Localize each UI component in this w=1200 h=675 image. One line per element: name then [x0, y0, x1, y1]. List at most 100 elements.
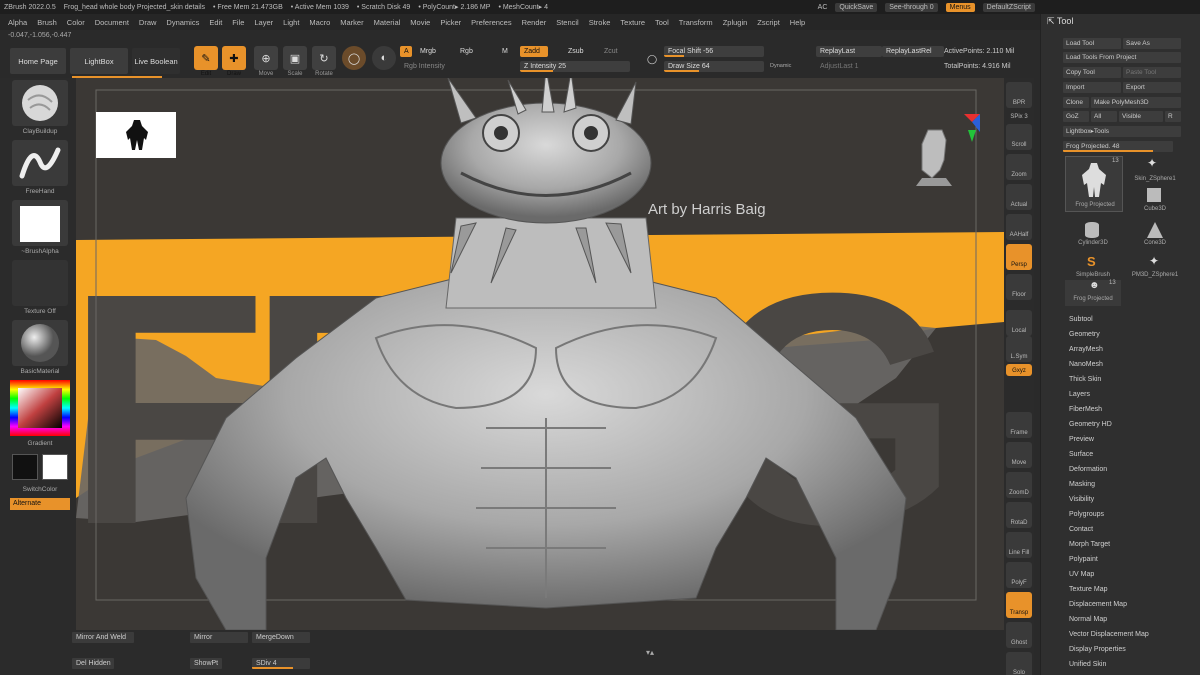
menu-texture[interactable]: Texture [620, 18, 645, 27]
tool-thumb-cylinder3d[interactable]: Cylinder3D [1065, 222, 1121, 250]
a-toggle[interactable]: A [400, 46, 412, 57]
expand-arrows-icon[interactable]: ▾▴ [646, 648, 654, 657]
section-thick-skin[interactable]: Thick Skin [1069, 376, 1101, 383]
edit-icon[interactable]: ✎ [194, 46, 218, 70]
default-zscript-button[interactable]: DefaultZScript [982, 2, 1035, 12]
rgb-button[interactable]: Rgb [456, 46, 496, 57]
rgb-intensity-slider[interactable]: Rgb Intensity [400, 61, 510, 72]
menu-preferences[interactable]: Preferences [471, 18, 511, 27]
lightbox-tools-button[interactable]: Lightbox▸Tools [1063, 126, 1181, 137]
menu-file[interactable]: File [232, 18, 244, 27]
menu-layer[interactable]: Layer [254, 18, 273, 27]
tool-thumb-frog-projected[interactable]: 13 Frog Projected [1065, 156, 1123, 212]
section-surface[interactable]: Surface [1069, 451, 1093, 458]
focal-shift-slider[interactable]: Focal Shift -56 [664, 46, 764, 57]
ghost-button[interactable]: Ghost [1006, 622, 1032, 648]
del-hidden-button[interactable]: Del Hidden [72, 658, 114, 669]
scroll-button[interactable]: Scroll [1006, 124, 1032, 150]
menu-dynamics[interactable]: Dynamics [166, 18, 199, 27]
current-tool-slider[interactable]: Frog Projected. 48 [1063, 141, 1173, 152]
section-preview[interactable]: Preview [1069, 436, 1094, 443]
zoom-button[interactable]: Zoom [1006, 154, 1032, 180]
replay-last-button[interactable]: ReplayLast [816, 46, 882, 57]
menu-stroke[interactable]: Stroke [589, 18, 611, 27]
menu-alpha[interactable]: Alpha [8, 18, 27, 27]
lsym-button[interactable]: L.Sym [1006, 336, 1032, 362]
goz-r-button[interactable]: R [1165, 111, 1181, 122]
menu-brush[interactable]: Brush [37, 18, 57, 27]
main-color-swatch[interactable] [42, 454, 68, 480]
gxyz-button[interactable]: Gxyz [1006, 364, 1032, 376]
dynamic-toggle[interactable]: Dynamic [766, 61, 798, 72]
section-polypaint[interactable]: Polypaint [1069, 556, 1098, 563]
zadd-button[interactable]: Zadd [520, 46, 548, 57]
tool-thumb-simplebrush[interactable]: S SimpleBrush [1065, 254, 1121, 282]
zoom3d-button[interactable]: ZoomD [1006, 472, 1032, 498]
menu-help[interactable]: Help [790, 18, 805, 27]
rotate-icon[interactable]: ↻ [312, 46, 336, 70]
canvas-viewport[interactable]: FROG [76, 78, 1004, 630]
mirror-button[interactable]: Mirror [190, 632, 248, 643]
goz-visible-button[interactable]: Visible [1119, 111, 1163, 122]
load-tool-button[interactable]: Load Tool [1063, 38, 1121, 49]
section-layers[interactable]: Layers [1069, 391, 1090, 398]
section-uv-map[interactable]: UV Map [1069, 571, 1094, 578]
menu-edit[interactable]: Edit [209, 18, 222, 27]
replay-last-rel-button[interactable]: ReplayLastRel [882, 46, 944, 57]
menu-light[interactable]: Light [283, 18, 299, 27]
sdiv-slider[interactable]: SDiv 4 [252, 658, 310, 669]
color-picker[interactable] [10, 380, 70, 436]
tool-thumb-frog-projected-2[interactable]: ☻ 13 Frog Projected [1065, 280, 1121, 306]
move-icon[interactable]: ⊕ [254, 46, 278, 70]
draw-icon[interactable]: ✚ [222, 46, 246, 70]
zcut-button[interactable]: Zcut [600, 46, 628, 57]
show-pt-button[interactable]: ShowPt [190, 658, 222, 669]
clone-button[interactable]: Clone [1063, 97, 1089, 108]
import-button[interactable]: Import [1063, 82, 1121, 93]
m-button[interactable]: M [498, 46, 518, 57]
floor-button[interactable]: Floor [1006, 274, 1032, 300]
tool-panel-title[interactable]: ⇱ Tool [1047, 16, 1073, 27]
menu-color[interactable]: Color [67, 18, 85, 27]
menu-draw[interactable]: Draw [139, 18, 157, 27]
switch-color-button[interactable]: SwitchColor [4, 486, 76, 493]
mirror-and-weld-button[interactable]: Mirror And Weld [72, 632, 134, 643]
axis-y-icon[interactable] [968, 130, 976, 142]
zsub-button[interactable]: Zsub [564, 46, 592, 57]
section-fibermesh[interactable]: FiberMesh [1069, 406, 1102, 413]
menu-zplugin[interactable]: Zplugin [723, 18, 748, 27]
ac-label[interactable]: AC [818, 4, 828, 11]
section-arraymesh[interactable]: ArrayMesh [1069, 346, 1103, 353]
section-polygroups[interactable]: Polygroups [1069, 511, 1104, 518]
material-thumbnail[interactable] [12, 320, 68, 366]
head-gizmo-icon[interactable] [921, 129, 947, 179]
paste-tool-button[interactable]: Paste Tool [1123, 67, 1181, 78]
stroke-thumbnail[interactable] [12, 140, 68, 186]
section-vector-displacement-map[interactable]: Vector Displacement Map [1069, 631, 1149, 638]
copy-tool-button[interactable]: Copy Tool [1063, 67, 1121, 78]
move-view-button[interactable]: Move [1006, 442, 1032, 468]
section-texture-map[interactable]: Texture Map [1069, 586, 1108, 593]
section-visibility[interactable]: Visibility [1069, 496, 1094, 503]
rotate3d-button[interactable]: RotaD [1006, 502, 1032, 528]
brush-sphere-icon[interactable]: ◯ [342, 46, 366, 70]
transp-button[interactable]: Transp [1006, 592, 1032, 618]
line-fill-button[interactable]: Line Fill [1006, 532, 1032, 558]
tool-thumb-pm3d-zsphere[interactable]: ✦ PM3D_ZSphere1 [1127, 254, 1183, 282]
menu-zscript[interactable]: Zscript [757, 18, 780, 27]
load-tools-from-project-button[interactable]: Load Tools From Project [1063, 52, 1181, 63]
section-displacement-map[interactable]: Displacement Map [1069, 601, 1127, 608]
live-boolean-button[interactable]: Live Boolean [132, 48, 180, 74]
menu-picker[interactable]: Picker [440, 18, 461, 27]
tool-thumb-skin-zsphere[interactable]: ✦ Skin_ZSphere1 [1127, 156, 1183, 184]
save-as-button[interactable]: Save As [1123, 38, 1181, 49]
adjust-last-slider[interactable]: AdjustLast 1 [816, 61, 944, 72]
texture-thumbnail[interactable] [12, 260, 68, 306]
tool-thumb-cube3d[interactable]: Cube3D [1127, 188, 1183, 216]
section-display-properties[interactable]: Display Properties [1069, 646, 1126, 653]
secondary-color-swatch[interactable] [12, 454, 38, 480]
menu-macro[interactable]: Macro [309, 18, 330, 27]
menu-stencil[interactable]: Stencil [556, 18, 579, 27]
solo-button[interactable]: Solo [1006, 652, 1032, 675]
section-geometry[interactable]: Geometry [1069, 331, 1100, 338]
